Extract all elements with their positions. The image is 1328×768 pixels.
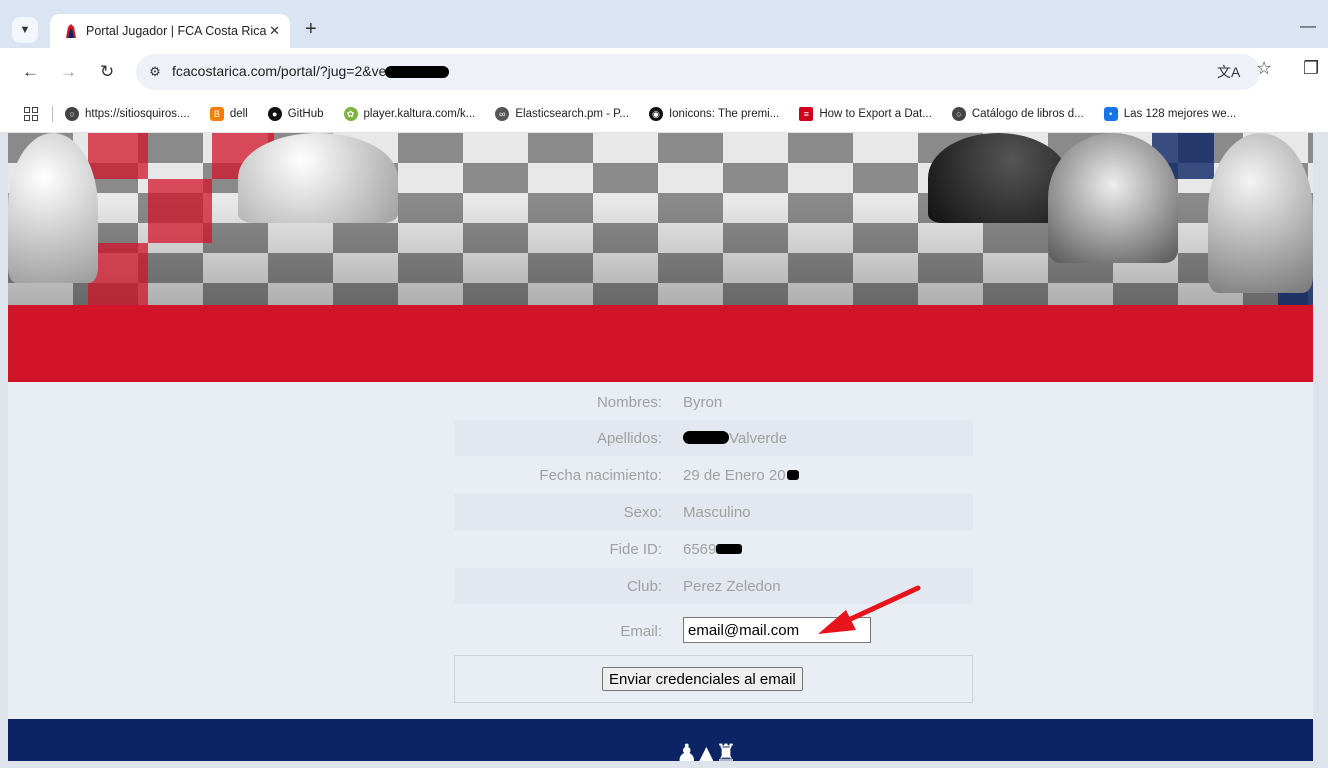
annotation-arrow-icon: [818, 585, 921, 634]
